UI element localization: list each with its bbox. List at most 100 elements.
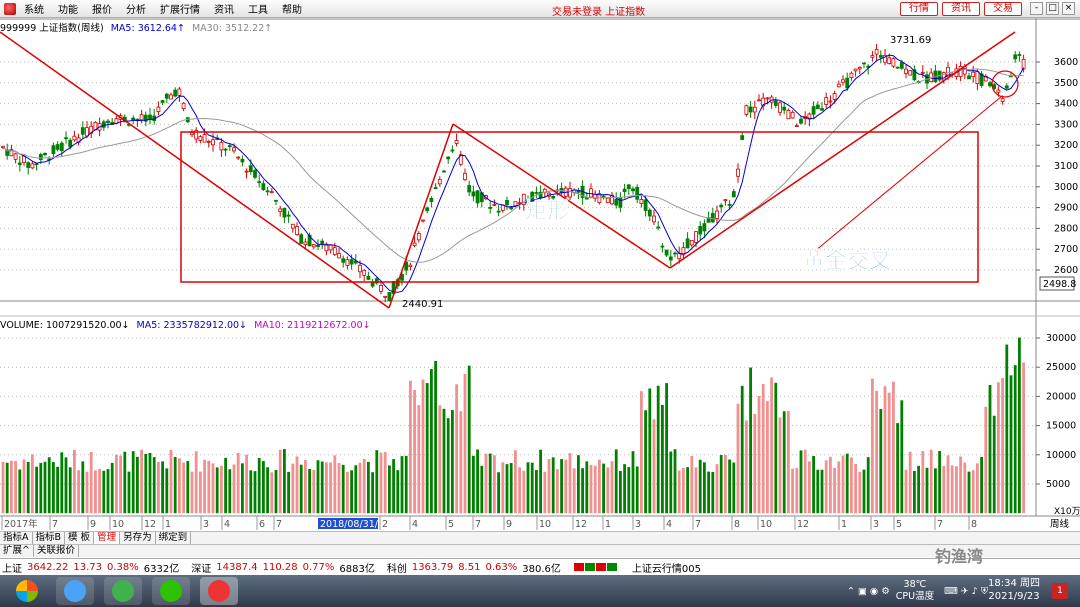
candle <box>878 50 883 64</box>
start-button[interactable] <box>8 577 46 605</box>
volume-bar <box>921 450 925 514</box>
tray-icons[interactable]: ⌃ ▣ ◉ ⚙ <box>847 586 890 597</box>
volume-bar <box>413 390 416 514</box>
candle <box>668 250 673 267</box>
menu-tools[interactable]: 工具 <box>248 1 268 16</box>
tab-indicator-b[interactable]: 指标B <box>33 532 66 544</box>
volume-bar <box>367 461 370 514</box>
volume-bar <box>648 388 652 514</box>
volume-bar <box>816 469 820 514</box>
quote-button[interactable]: 行情 <box>900 2 938 16</box>
menu-bar: 系统 功能 报价 分析 扩展行情 资讯 工具 帮助 交易未登录 上证指数 行情 … <box>0 0 1080 18</box>
volume-bar <box>644 410 647 514</box>
volume-bar <box>392 459 395 514</box>
candle <box>261 180 266 191</box>
menu-analysis[interactable]: 分析 <box>126 1 146 16</box>
kc-label[interactable]: 科创 <box>387 560 407 575</box>
price-tick-label: 2900 <box>1054 203 1078 214</box>
volume-bar <box>211 463 215 514</box>
time-tick-label: 2 <box>382 519 388 530</box>
kline-chart[interactable]: 矩形 黄金交叉 3731.69 2440.91 3600350034003300… <box>0 18 1080 530</box>
taskbar-clock[interactable]: 18:34 周四 2021/9/23 <box>988 577 1040 603</box>
browser-icon[interactable] <box>104 577 142 605</box>
volume-bar <box>627 467 631 514</box>
menu-function[interactable]: 功能 <box>58 1 78 16</box>
tab-extend[interactable]: 扩展^ <box>0 545 34 557</box>
time-tick-label: 7 <box>937 519 943 530</box>
time-tick-label: 9 <box>90 519 96 530</box>
candle <box>173 87 178 98</box>
volume-bar <box>904 469 908 514</box>
candle <box>769 95 774 109</box>
cpu-temp-widget[interactable]: 38℃ CPU温度 <box>896 579 934 603</box>
volume-bar <box>148 452 152 514</box>
volume-bar <box>178 458 181 514</box>
volume-bar <box>14 460 17 514</box>
cloud-quote-label[interactable]: 上证云行情005 <box>632 560 701 575</box>
sh-label[interactable]: 上证 <box>2 560 22 575</box>
baidu-netdisk-icon[interactable] <box>56 577 94 605</box>
sz-amount: 6883亿 <box>339 563 375 575</box>
candle <box>710 207 715 223</box>
volume-bar <box>728 459 731 514</box>
stock-app-icon[interactable] <box>200 577 238 605</box>
volume-bar <box>52 462 55 514</box>
volume-bar <box>824 460 828 514</box>
trade-button[interactable]: 交易 <box>984 2 1022 16</box>
volume-bar <box>698 459 702 514</box>
menu-extended-quote[interactable]: 扩展行情 <box>160 1 200 16</box>
candle <box>904 64 908 79</box>
volume-bar <box>144 453 148 514</box>
tab-related-quote[interactable]: 关联报价 <box>34 545 79 557</box>
volume-bar <box>220 465 223 514</box>
volume-bar <box>228 469 232 514</box>
tray-icons-right[interactable]: ⌨ ✈ ♪ ⛨ <box>944 586 988 597</box>
candle <box>55 141 60 152</box>
candle <box>236 156 241 161</box>
candle <box>610 191 614 206</box>
volume-bar <box>992 415 996 514</box>
volume-bar <box>740 385 744 514</box>
volume-bar <box>661 404 664 514</box>
volume-bar <box>308 468 311 514</box>
candle <box>366 271 371 281</box>
wechat-icon[interactable] <box>152 577 190 605</box>
candle <box>454 133 459 147</box>
volume-bar <box>152 457 156 514</box>
close-button[interactable]: × <box>1062 2 1075 15</box>
tab-indicator-a[interactable]: 指标A <box>0 532 33 544</box>
tab-manage[interactable]: 管理 <box>94 532 121 544</box>
notification-badge[interactable]: 1 <box>1052 583 1068 599</box>
minimize-button[interactable]: - <box>1030 2 1043 15</box>
volume-tick-label: 20000 <box>1046 391 1076 402</box>
maximize-button[interactable]: □ <box>1046 2 1059 15</box>
price-tick-label: 3200 <box>1054 140 1078 151</box>
candle <box>698 221 703 241</box>
candle <box>929 68 934 83</box>
volume-bar <box>669 451 673 514</box>
tab-save-as[interactable]: 另存为 <box>120 532 156 544</box>
sz-label[interactable]: 深证 <box>191 560 211 575</box>
candle <box>437 176 442 187</box>
volume-bar <box>358 462 362 514</box>
candle <box>299 232 304 245</box>
candle <box>463 168 467 182</box>
menu-quote[interactable]: 报价 <box>92 1 112 16</box>
volume-bar <box>900 400 904 514</box>
info-button[interactable]: 资讯 <box>942 2 980 16</box>
volume-bar <box>640 391 643 514</box>
tab-template[interactable]: 模 板 <box>65 532 95 544</box>
market-breadth-icon <box>573 563 617 571</box>
menu-help[interactable]: 帮助 <box>282 1 302 16</box>
tab-bind-to[interactable]: 绑定到 <box>156 532 192 544</box>
volume-bar <box>425 383 429 514</box>
volume-bar <box>10 460 13 514</box>
volume-bar <box>304 459 307 514</box>
candle <box>794 123 799 128</box>
candle <box>223 147 228 157</box>
candle <box>656 220 661 231</box>
menu-system[interactable]: 系统 <box>24 1 44 16</box>
volume-bar <box>761 383 765 514</box>
menu-info[interactable]: 资讯 <box>214 1 234 16</box>
volume-bar <box>106 469 110 514</box>
